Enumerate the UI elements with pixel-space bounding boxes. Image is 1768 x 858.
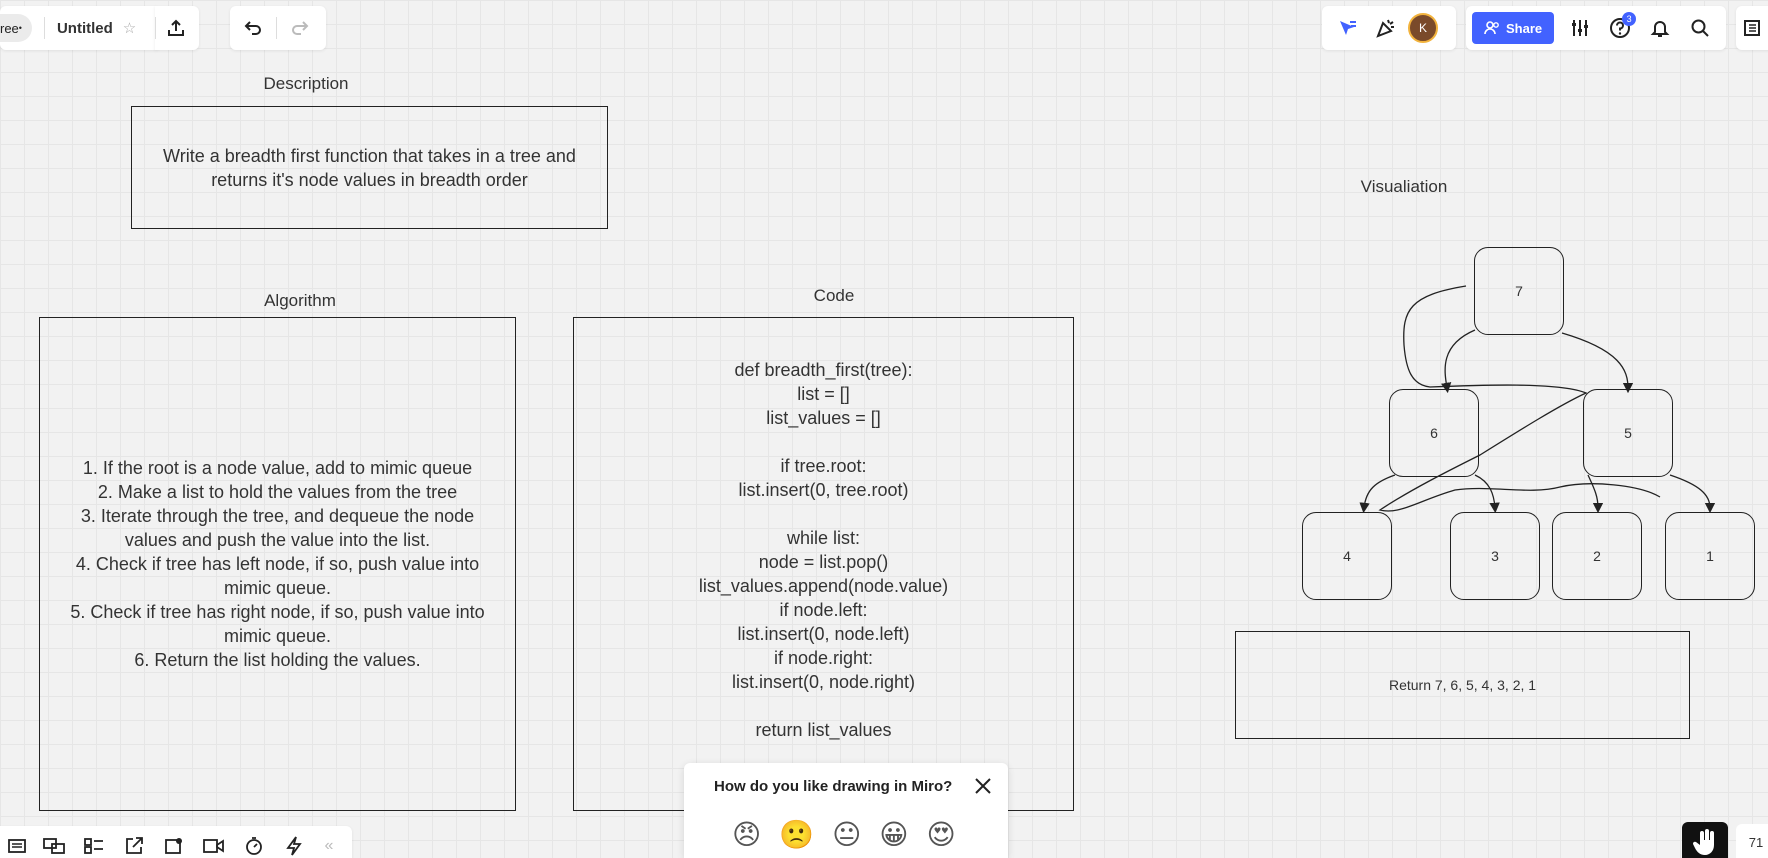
tree-node[interactable]: 6 — [1389, 389, 1479, 477]
zoom-level[interactable]: 71 — [1736, 824, 1768, 858]
chat-icon[interactable] — [34, 830, 74, 858]
love-emoji-icon[interactable]: 😍 — [926, 818, 955, 851]
comment-list-icon[interactable] — [0, 830, 34, 858]
feedback-question: How do you like drawing in Miro? — [714, 778, 953, 795]
timer-icon[interactable] — [234, 830, 274, 858]
tree-node[interactable]: 4 — [1302, 512, 1392, 600]
close-icon[interactable] — [972, 775, 994, 797]
sad-emoji-icon[interactable]: 🙁 — [779, 818, 814, 851]
zoom-value: 71 — [1748, 834, 1764, 850]
hand-icon — [1692, 829, 1714, 855]
frame-add-icon[interactable] — [154, 830, 194, 858]
cards-icon[interactable] — [74, 830, 114, 858]
hand-tool-button[interactable] — [1682, 822, 1728, 858]
happy-emoji-icon[interactable]: 😀 — [879, 818, 908, 851]
feedback-popup: How do you like drawing in Miro? 😠 🙁 😐 😀… — [684, 763, 1008, 858]
video-icon[interactable] — [194, 830, 234, 858]
tree-node[interactable]: 2 — [1552, 512, 1642, 600]
tree-node[interactable]: 7 — [1474, 247, 1564, 335]
emoji-row: 😠 🙁 😐 😀 😍 — [732, 818, 956, 851]
external-link-icon[interactable] — [114, 830, 154, 858]
tree-node[interactable]: 1 — [1665, 512, 1755, 600]
angry-emoji-icon[interactable]: 😠 — [732, 818, 761, 851]
tree-node[interactable]: 5 — [1583, 389, 1673, 477]
lightning-icon[interactable] — [274, 830, 314, 858]
tree-node[interactable]: 3 — [1450, 512, 1540, 600]
neutral-emoji-icon[interactable]: 😐 — [832, 818, 861, 851]
result-text: Return 7, 6, 5, 4, 3, 2, 1 — [1388, 677, 1537, 693]
result-box[interactable]: Return 7, 6, 5, 4, 3, 2, 1 — [1235, 631, 1690, 739]
collapse-icon[interactable]: « — [314, 830, 344, 858]
bottom-toolbar: « — [0, 826, 352, 858]
